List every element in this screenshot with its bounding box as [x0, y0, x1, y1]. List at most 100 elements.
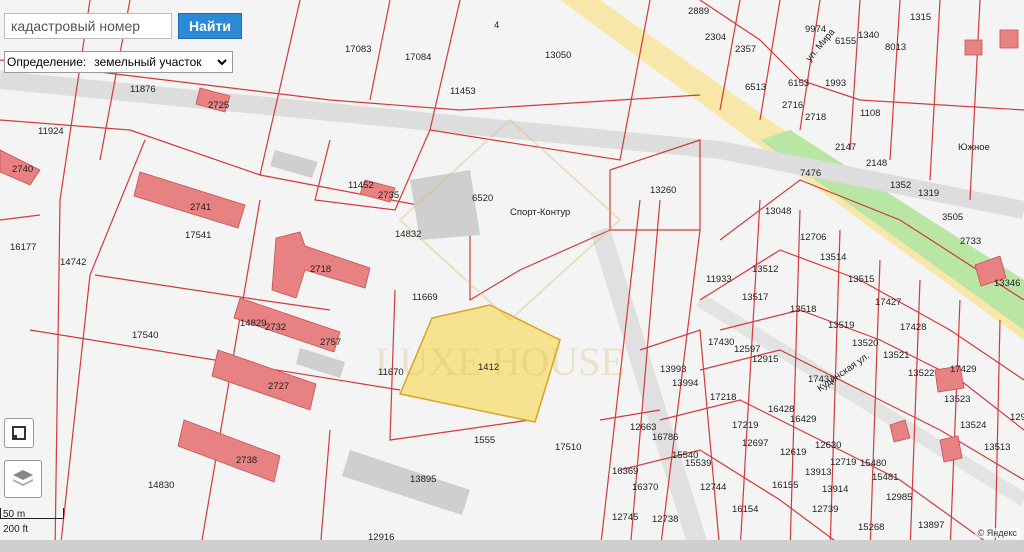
parcel-label: 17083	[345, 44, 371, 55]
parcel-label: 12706	[800, 232, 826, 243]
parcel-label: 11452	[348, 180, 374, 191]
parcel-label: 11933	[706, 274, 732, 285]
parcel-label: 16786	[652, 432, 678, 443]
parcel-label: 6513	[745, 82, 766, 93]
parcel-label: 7476	[800, 168, 821, 179]
parcel-label: 12986	[1010, 412, 1024, 423]
parcel-label: 16370	[632, 482, 658, 493]
parcel-label: 2727	[268, 381, 289, 392]
parcel-label: 15539	[685, 458, 711, 469]
parcel-label: 13993	[660, 364, 686, 375]
parcel-label: 1993	[825, 78, 846, 89]
parcel-label: 12916	[368, 532, 394, 543]
parcel-label: 17218	[710, 392, 736, 403]
parcel-label: 12630	[815, 440, 841, 451]
scale-metric: 50 m	[3, 509, 26, 520]
parcel-label: 2147	[835, 142, 856, 153]
parcel-label: 6153	[788, 78, 809, 89]
parcel-label: 13522	[908, 368, 934, 379]
definition-control: Определение: земельный участок	[4, 51, 234, 73]
select-area-icon	[12, 426, 26, 440]
parcel-label: 2716	[782, 100, 803, 111]
parcel-label: 12739	[812, 504, 838, 515]
find-button[interactable]: Найти	[178, 13, 242, 39]
parcel-label: 1352	[890, 180, 911, 191]
parcel-label: 11924	[38, 126, 64, 137]
parcel-label: 6155	[835, 36, 856, 47]
cadastral-map[interactable]: LUXE HOUSE 17083 17084 13050 11876 2725 11924…	[0, 0, 1024, 552]
highlighted-parcel-label: 1412	[478, 362, 499, 373]
parcel-label: 13050	[545, 50, 571, 61]
parcel-label: 3505	[942, 212, 963, 223]
parcel-label: 12915	[752, 354, 778, 365]
parcel-label: 13897	[918, 520, 944, 531]
parcel-label: 14742	[60, 257, 86, 268]
parcel-label: 2741	[190, 202, 211, 213]
parcel-label: 12985	[886, 492, 912, 503]
parcel-label: 16154	[732, 504, 758, 515]
parcel-label: 16155	[772, 480, 798, 491]
parcel-label: 15481	[872, 472, 898, 483]
parcel-label: 17430	[708, 337, 734, 348]
cadastral-search-input[interactable]	[4, 13, 172, 39]
parcel-label: 17427	[875, 297, 901, 308]
definition-label: Определение:	[7, 55, 87, 69]
parcel-label: 13524	[960, 420, 986, 431]
scale-imperial: 200 ft	[3, 524, 29, 535]
parcel-label: 1308	[0, 0, 21, 3]
parcel-label: 11453	[450, 86, 476, 97]
parcel-label: 1315	[910, 12, 931, 23]
parcel-label: 12744	[700, 482, 726, 493]
parcel-label: 2740	[12, 164, 33, 175]
parcel-label: 2725	[208, 100, 229, 111]
definition-select[interactable]: земельный участок	[90, 54, 231, 70]
parcel-label: 13512	[752, 264, 778, 275]
parcel-label: 14829	[240, 318, 266, 329]
parcel-label: 13515	[848, 274, 874, 285]
parcel-label: 1340	[858, 30, 879, 41]
parcel-label: 17084	[405, 52, 431, 63]
parcel-label: 13514	[820, 252, 846, 263]
parcel-label: 2733	[960, 236, 981, 247]
parcel-label: 17540	[132, 330, 158, 341]
parcel-label: 16429	[790, 414, 816, 425]
parcel-label: 2732	[265, 322, 286, 333]
parcel-label: 12738	[652, 514, 678, 525]
parcel-label: 2757	[320, 337, 341, 348]
parcel-label: 12719	[830, 457, 856, 468]
selection-tool-button[interactable]	[4, 418, 34, 448]
parcel-label: 4	[494, 20, 499, 31]
parcel-label: 2148	[866, 158, 887, 169]
parcel-label: 17429	[950, 364, 976, 375]
parcel-label: 15268	[858, 522, 884, 533]
parcel-label: 13513	[984, 442, 1010, 453]
parcel-label: Спорт-Контур	[510, 207, 570, 218]
parcel-label: 13895	[410, 474, 436, 485]
parcel-label: 2718	[310, 264, 331, 275]
parcel-label: 2357	[735, 44, 756, 55]
parcel-label: 13523	[944, 394, 970, 405]
parcel-label: 13346	[994, 278, 1020, 289]
parcel-label: 2735	[378, 190, 399, 201]
parcel-label: 13518	[790, 304, 816, 315]
parcel-label: 13048	[765, 206, 791, 217]
parcel-label: 12697	[742, 438, 768, 449]
parcel-label: 17219	[732, 420, 758, 431]
layers-button[interactable]	[4, 460, 42, 498]
parcel-label: 11876	[130, 84, 156, 95]
parcel-label: 2889	[688, 6, 709, 17]
parcel-label: 17428	[900, 322, 926, 333]
parcel-label: 8013	[885, 42, 906, 53]
parcel-label: 2718	[805, 112, 826, 123]
svg-text:LUXE HOUSE: LUXE HOUSE	[375, 339, 625, 384]
parcel-label: 16177	[10, 242, 36, 253]
parcel-label: 2304	[705, 32, 726, 43]
parcel-label: 17510	[555, 442, 581, 453]
search-bar: Найти	[4, 13, 244, 39]
parcel-label: 13517	[742, 292, 768, 303]
parcel-label: 13519	[828, 320, 854, 331]
street-label: Южное	[958, 142, 990, 153]
parcel-label: 1555	[474, 435, 495, 446]
parcel-label: 11669	[412, 292, 438, 303]
parcel-label: 1108	[860, 108, 880, 119]
